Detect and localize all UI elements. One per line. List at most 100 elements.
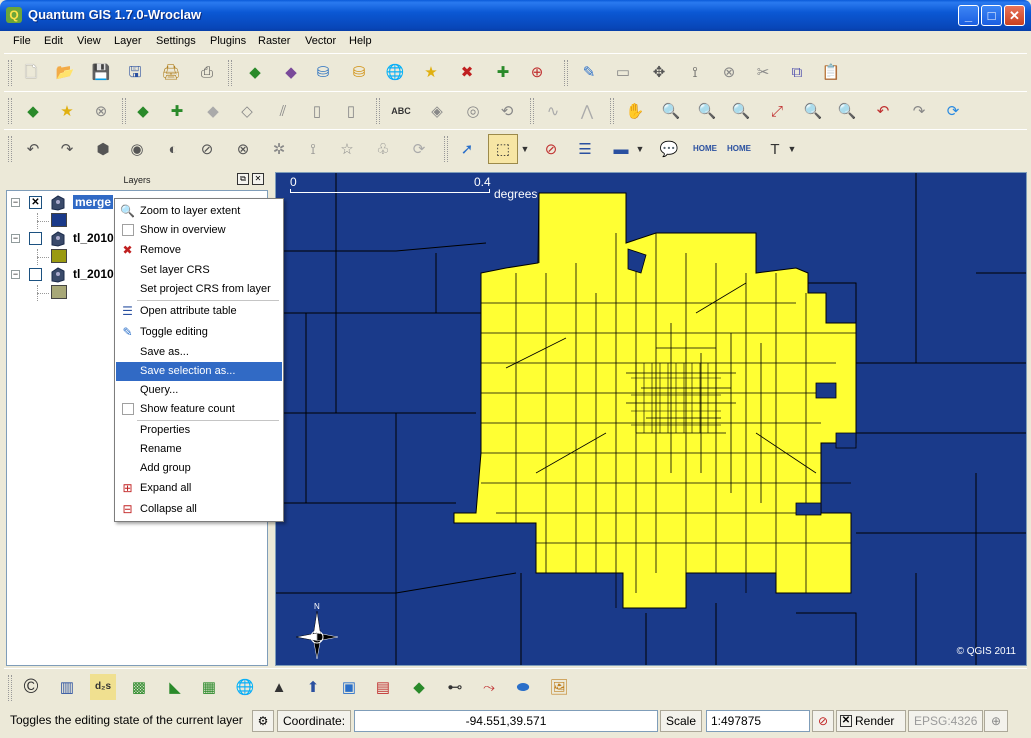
layer-visibility-checkbox[interactable]: ✕ xyxy=(29,196,42,209)
toolbar-grip[interactable] xyxy=(122,98,126,124)
zoom-next-icon[interactable]: ↷ xyxy=(906,98,932,124)
toolbar-grip[interactable] xyxy=(376,98,380,124)
zoom-actual-icon[interactable]: 🔍 xyxy=(728,98,754,124)
map-tips-icon[interactable]: 💬 xyxy=(656,136,682,162)
globe-plugin-icon[interactable]: 🌐 xyxy=(232,674,258,700)
toolbar-grip[interactable] xyxy=(444,136,448,162)
layer-visibility-checkbox[interactable] xyxy=(29,268,42,281)
new-print-composer-icon[interactable]: 🖨 xyxy=(158,59,184,85)
menu-view[interactable]: View xyxy=(77,35,101,47)
add-ring-icon[interactable]: ◆ xyxy=(130,98,156,124)
maximize-button[interactable]: □ xyxy=(981,5,1002,26)
add-wfs-layer-icon[interactable]: ✚ xyxy=(490,59,516,85)
select-features-icon[interactable]: ⬚ xyxy=(488,134,518,164)
collapse-icon[interactable]: − xyxy=(11,270,20,279)
delete-ring-icon[interactable]: ◆ xyxy=(200,98,226,124)
zoom-selection-icon[interactable]: 🔍 xyxy=(800,98,826,124)
add-spatialite-layer-icon[interactable]: ⛁ xyxy=(346,59,372,85)
menu-edit[interactable]: Edit xyxy=(44,35,63,47)
menu-item-show-in-overview[interactable]: Show in overview xyxy=(116,221,282,240)
show-hide-labels-icon[interactable]: ◎ xyxy=(460,98,486,124)
undo-icon[interactable]: ↶ xyxy=(20,136,46,162)
new-bookmark-icon[interactable]: HOME xyxy=(692,136,718,162)
zoom-out-icon[interactable]: 🔍 xyxy=(694,98,720,124)
toggle-editing-icon[interactable]: ✎ xyxy=(576,59,602,85)
add-part-icon[interactable]: ◐ xyxy=(160,136,186,162)
merge-selected-icon[interactable]: ☆ xyxy=(334,136,360,162)
menu-item-show-feature-count[interactable]: Show feature count xyxy=(116,400,282,419)
reshape-icon[interactable]: ◇ xyxy=(234,98,260,124)
menu-item-remove[interactable]: ✖ Remove xyxy=(116,241,282,260)
refresh-icon[interactable]: ⟳ xyxy=(940,98,966,124)
delete-ring-tool-icon[interactable]: ⊘ xyxy=(194,136,220,162)
toolbar-grip[interactable] xyxy=(8,98,12,124)
zoom-in-icon[interactable]: 🔍 xyxy=(658,98,684,124)
projection-icon[interactable]: ⊕ xyxy=(984,710,1008,732)
add-island-icon[interactable]: ✚ xyxy=(164,98,190,124)
menu-item-collapse-all[interactable]: ⊟ Collapse all xyxy=(116,500,282,519)
close-button[interactable]: ✕ xyxy=(1004,5,1025,26)
node-tool-icon[interactable]: ⟟ xyxy=(682,59,708,85)
gps-tools-icon[interactable]: ▣ xyxy=(336,674,362,700)
render-toggle[interactable]: ✕ Render xyxy=(836,710,906,732)
delete-selected-icon[interactable]: ⊗ xyxy=(716,59,742,85)
menu-item-save-selection-as[interactable]: Save selection as... xyxy=(116,362,282,381)
coordinate-field[interactable]: -94.551,39.571 xyxy=(354,710,658,732)
menu-item-toggle-editing[interactable]: ✎ Toggle editing xyxy=(116,323,282,342)
minimize-button[interactable]: _ xyxy=(958,5,979,26)
add-postgis-layer-icon[interactable]: ⛁ xyxy=(310,59,336,85)
save-edits-icon[interactable]: ▭ xyxy=(610,59,636,85)
menu-vector[interactable]: Vector xyxy=(305,35,336,47)
label-tool-icon[interactable]: ABC xyxy=(388,98,414,124)
render-checkbox[interactable]: ✕ xyxy=(840,715,852,727)
menu-item-set-layer-crs[interactable]: Set layer CRS xyxy=(116,261,282,280)
georeferencer-icon[interactable]: ▩ xyxy=(126,674,152,700)
new-project-icon[interactable]: 🗋 xyxy=(18,59,44,85)
collapse-icon[interactable]: − xyxy=(11,198,20,207)
split-tool-icon[interactable]: ⟟ xyxy=(300,136,326,162)
zoom-last-icon[interactable]: ↶ xyxy=(870,98,896,124)
toolbar-grip[interactable] xyxy=(228,60,232,86)
deselect-features-icon[interactable]: ⊘ xyxy=(538,136,564,162)
histogram-icon[interactable]: ▲ xyxy=(266,674,292,700)
menu-item-query[interactable]: Query... xyxy=(116,381,282,400)
toolbar-grip[interactable] xyxy=(8,136,12,162)
scale-bar-icon[interactable]: ▥ xyxy=(54,674,80,700)
menu-settings[interactable]: Settings xyxy=(156,35,196,47)
hd-plugin-icon[interactable]: ◣ xyxy=(162,674,188,700)
copy-features-icon[interactable]: ⧉ xyxy=(784,59,810,85)
delete-part-icon[interactable]: ⊗ xyxy=(230,136,256,162)
zoom-full-icon[interactable]: ⤢ xyxy=(764,98,790,124)
rotate-label-icon[interactable]: ⟲ xyxy=(494,98,520,124)
menu-item-save-as[interactable]: Save as... xyxy=(116,343,282,362)
save-project-icon[interactable]: 💾 xyxy=(88,59,114,85)
select-dropdown-icon[interactable]: ▼ xyxy=(519,136,531,162)
epsg-label[interactable]: EPSG:4326 xyxy=(908,710,984,732)
remove-icon[interactable]: ⊗ xyxy=(88,98,114,124)
toolbar-grip[interactable] xyxy=(8,675,12,701)
toggle-extents-button[interactable]: ⚙ xyxy=(252,710,274,732)
close-panel-button[interactable]: ✕ xyxy=(252,173,264,185)
menu-item-rename[interactable]: Rename xyxy=(116,440,282,459)
float-panel-button[interactable]: ⧉ xyxy=(237,173,249,185)
redo-icon[interactable]: ↷ xyxy=(54,136,80,162)
scale-field[interactable]: 1:497875 xyxy=(706,710,810,732)
d2s-icon[interactable]: d₂s xyxy=(90,674,116,700)
menu-plugins[interactable]: Plugins xyxy=(210,35,246,47)
new-shapefile-icon[interactable]: ★ xyxy=(418,59,444,85)
toolbar-grip[interactable] xyxy=(564,60,568,86)
measure-line-icon[interactable]: ▬ xyxy=(608,136,634,162)
identify-features-icon[interactable]: ➚ xyxy=(454,136,480,162)
open-attribute-table-icon[interactable]: ☰ xyxy=(572,136,598,162)
remove-layer-icon[interactable]: ✖ xyxy=(454,59,480,85)
raster-plugin-icon[interactable]: ▦ xyxy=(196,674,222,700)
menu-item-open-attribute-table[interactable]: ☰ Open attribute table xyxy=(116,302,282,321)
cut-features-icon[interactable]: ✂ xyxy=(750,59,776,85)
road-graph-icon[interactable]: ⤳ xyxy=(476,674,502,700)
add-gps-layer-icon[interactable]: ⊕ xyxy=(524,59,550,85)
new-layer-star-icon[interactable]: ★ xyxy=(54,98,80,124)
split-features-icon[interactable]: ⫽ xyxy=(270,98,296,124)
menu-item-set-project-crs[interactable]: Set project CRS from layer xyxy=(116,280,282,299)
elephant-icon[interactable]: ⬬ xyxy=(510,674,536,700)
toolbar-grip[interactable] xyxy=(8,60,12,86)
